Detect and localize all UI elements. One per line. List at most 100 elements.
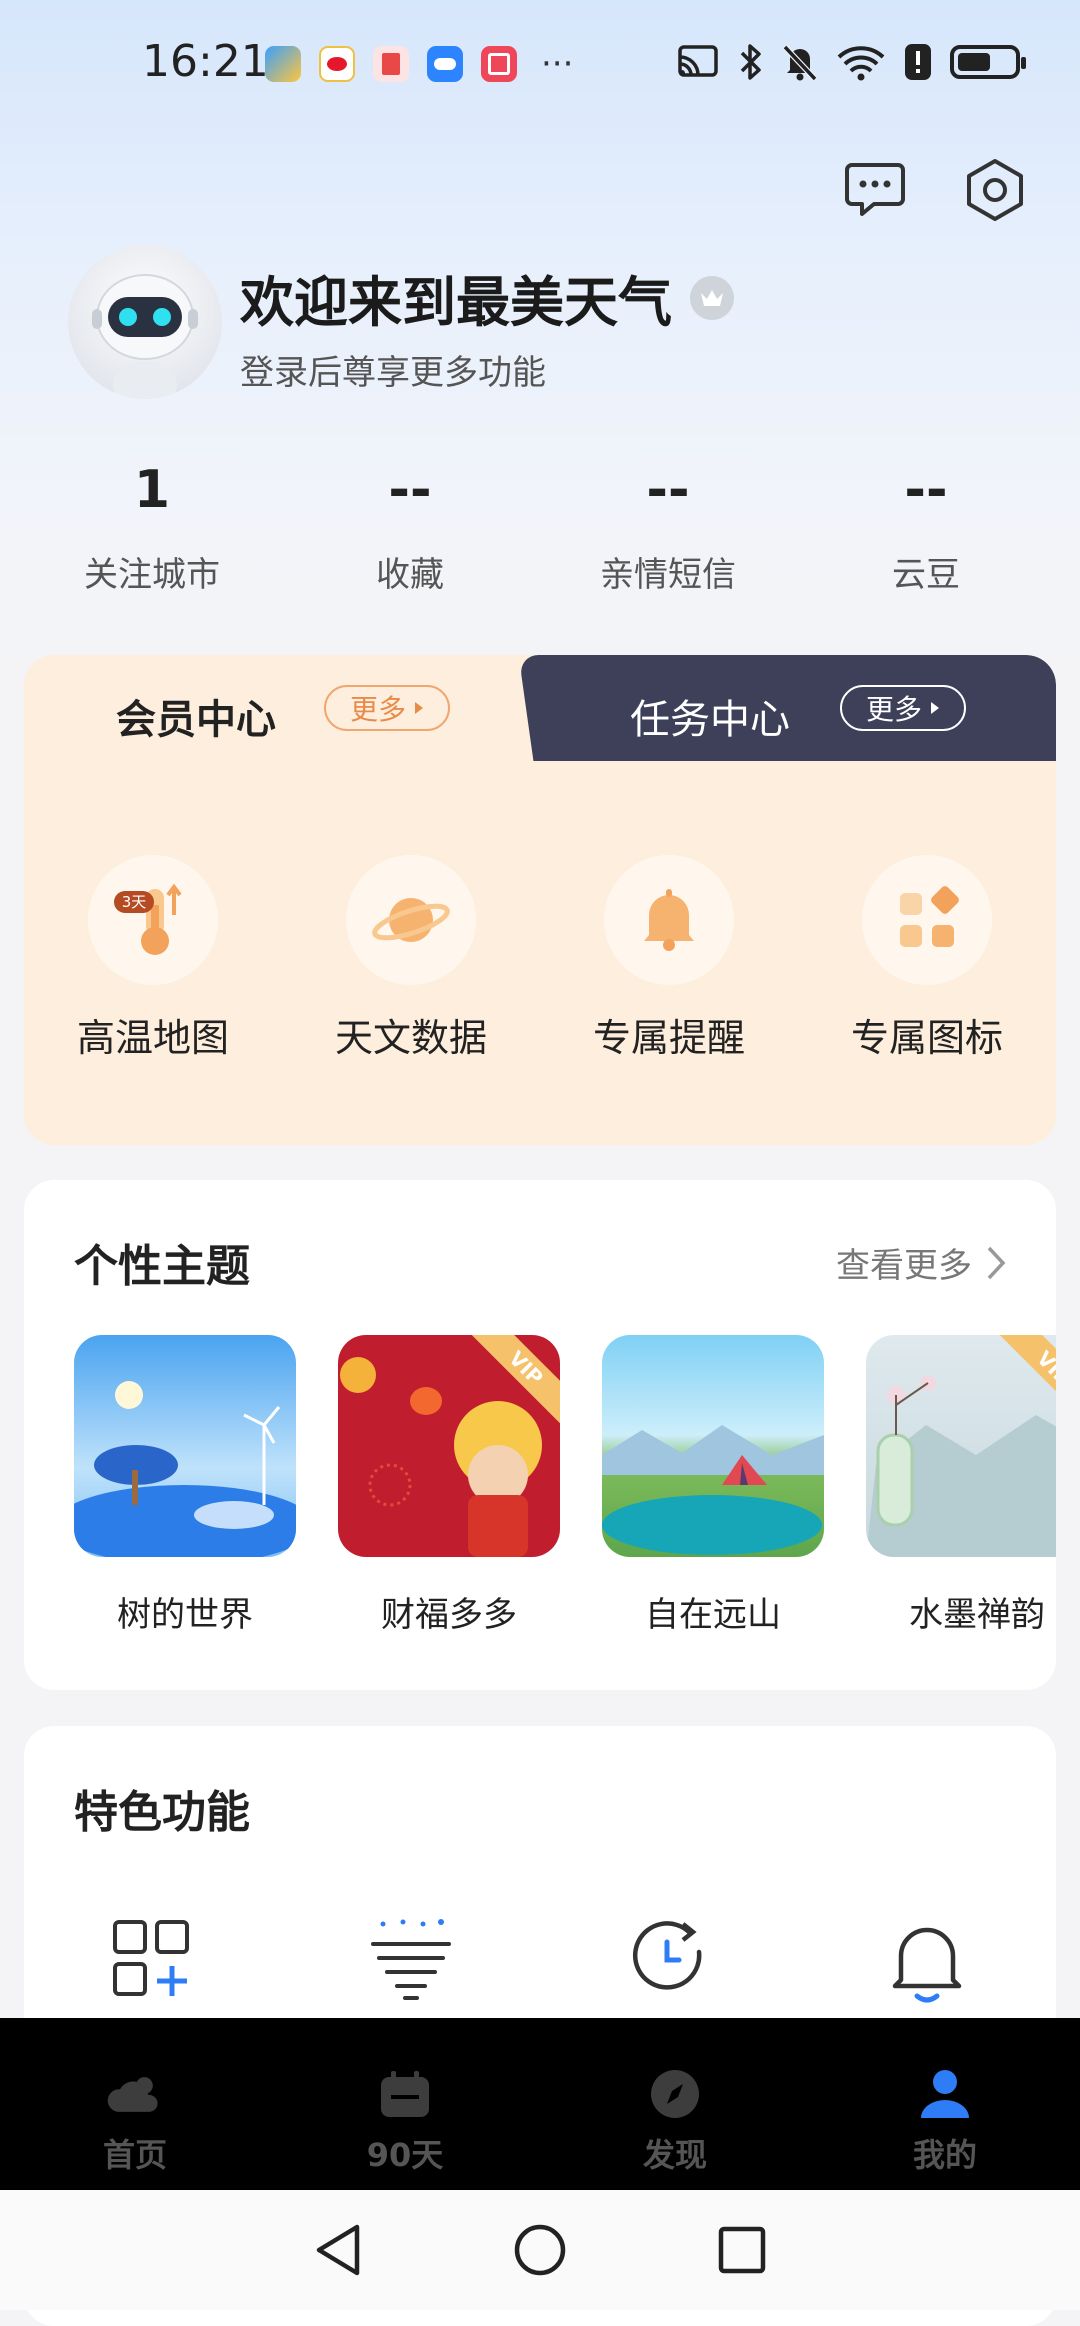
recents-icon[interactable]	[717, 2225, 767, 2275]
task-more-label: 更多	[865, 693, 922, 726]
chevron-right-icon	[987, 1246, 1006, 1279]
icon-grid-icon	[862, 855, 992, 985]
nav-mine[interactable]: 我的	[810, 2018, 1080, 2190]
tornado-icon	[371, 1919, 451, 2000]
back-icon[interactable]	[313, 2223, 363, 2277]
triangle-right-icon	[415, 702, 423, 714]
triangle-right-icon	[931, 702, 939, 714]
themes-title: 个性主题	[74, 1241, 250, 1292]
compass-icon	[645, 2066, 705, 2122]
cloud-app-icon	[427, 46, 463, 82]
member-item-heat-map[interactable]: 3天 高温地图	[24, 855, 282, 1062]
add-widget-icon	[113, 1920, 189, 1996]
nav-home[interactable]: 首页	[0, 2018, 270, 2190]
feature-item-history[interactable]	[540, 1918, 798, 2004]
bottom-nav: 首页 90天 发现 我的	[0, 2018, 1080, 2190]
reader-app-icon	[373, 46, 409, 82]
stat-value: --	[646, 460, 690, 520]
robot-avatar-icon	[92, 274, 198, 399]
system-navigation-bar	[0, 2190, 1080, 2310]
theme-name: 财福多多	[381, 1595, 517, 1635]
nav-discover[interactable]: 发现	[540, 2018, 810, 2190]
nav-label: 首页	[102, 2136, 167, 2174]
stat-label: 关注城市	[84, 555, 220, 595]
theme-list: 树的世界 VIP 财福多多 自在远山 VIP 水墨禅韵	[74, 1335, 1056, 1636]
stat-followed-cities[interactable]: 1 关注城市	[23, 455, 281, 596]
notification-bell-icon	[892, 1927, 962, 2003]
theme-item[interactable]: 树的世界	[74, 1335, 296, 1636]
member-center-card: 会员中心 更多 任务中心 更多 3天 高温地图 天文数据 专属提醒 专属图标	[24, 655, 1056, 1145]
theme-item[interactable]: 自在远山	[602, 1335, 824, 1636]
member-more-label: 更多	[349, 693, 406, 726]
tab-member-center[interactable]: 会员中心	[116, 687, 276, 745]
features-title: 特色功能	[74, 1787, 250, 1838]
member-features: 3天 高温地图 天文数据 专属提醒 专属图标	[24, 855, 1056, 1062]
stat-value: --	[388, 460, 432, 520]
wifi-icon	[837, 46, 885, 81]
home-icon[interactable]	[513, 2223, 567, 2277]
member-item-reminder[interactable]: 专属提醒	[540, 855, 798, 1062]
history-clock-icon	[632, 1921, 702, 1990]
status-bar: 16:21 ···	[0, 0, 1080, 130]
planet-icon	[346, 855, 476, 985]
member-item-icons[interactable]: 专属图标	[798, 855, 1056, 1062]
themes-see-more[interactable]: 查看更多	[836, 1238, 1006, 1287]
welcome-title: 欢迎来到最美天气	[240, 258, 734, 337]
more-notifications-icon: ···	[541, 44, 574, 84]
stat-value: --	[904, 460, 948, 520]
notification-icons: ···	[265, 46, 573, 82]
feature-item-alerts[interactable]	[798, 1918, 1056, 2004]
stats-row: 1 关注城市 -- 收藏 -- 亲情短信 -- 云豆	[0, 455, 1080, 596]
theme-thumbnail-ink-zen: VIP	[866, 1335, 1056, 1557]
theme-name: 树的世界	[117, 1595, 253, 1635]
see-more-label: 查看更多	[836, 1246, 972, 1286]
theme-item[interactable]: VIP 水墨禅韵	[866, 1335, 1056, 1636]
header-actions	[840, 155, 1030, 225]
weather-app-icon	[265, 46, 301, 82]
task-center-title[interactable]: 任务中心	[630, 687, 790, 745]
battery-icon	[950, 45, 1026, 79]
weibo-icon	[319, 46, 355, 82]
stat-cloud-beans[interactable]: -- 云豆	[797, 455, 1055, 596]
themes-card: 个性主题 查看更多 树的世界 VIP 财福多多 自在远山 VIP 水墨禅韵	[24, 1180, 1056, 1690]
nav-label: 90天	[366, 2136, 444, 2174]
thermometer-icon: 3天	[88, 855, 218, 985]
messages-button[interactable]	[840, 155, 910, 225]
theme-item[interactable]: VIP 财福多多	[338, 1335, 560, 1636]
gift-app-icon	[481, 46, 517, 82]
stat-label: 收藏	[376, 555, 444, 595]
stat-favorites[interactable]: -- 收藏	[281, 455, 539, 596]
stat-family-sms[interactable]: -- 亲情短信	[539, 455, 797, 596]
status-time: 16:21	[142, 36, 269, 87]
alert-icon	[905, 44, 931, 80]
bell-icon	[604, 855, 734, 985]
theme-thumbnail-distant-mountains	[602, 1335, 824, 1557]
member-more-button[interactable]: 更多	[324, 685, 450, 731]
mute-icon	[782, 44, 818, 82]
badge-3-days: 3天	[122, 893, 147, 911]
nav-90-days[interactable]: 90天	[270, 2018, 540, 2190]
nav-label: 发现	[642, 2136, 707, 2174]
theme-thumbnail-tree-world	[74, 1335, 296, 1557]
calendar-icon	[375, 2066, 435, 2122]
stat-value: 1	[133, 460, 171, 520]
system-icons	[676, 42, 1026, 82]
bluetooth-icon	[740, 44, 761, 80]
crown-icon	[690, 275, 734, 320]
theme-name: 自在远山	[645, 1595, 781, 1635]
stat-label: 亲情短信	[600, 555, 736, 595]
avatar[interactable]	[68, 245, 222, 399]
cast-icon	[678, 45, 718, 77]
member-item-label: 专属图标	[850, 1016, 1003, 1060]
weather-home-icon	[105, 2066, 165, 2122]
user-icon	[915, 2066, 975, 2122]
feature-item-tornado[interactable]	[282, 1918, 540, 2004]
stat-label: 云豆	[892, 555, 960, 595]
settings-button[interactable]	[960, 155, 1030, 225]
feature-item-add-widget[interactable]	[24, 1918, 282, 2004]
nav-label: 我的	[912, 2136, 977, 2174]
member-item-astronomy[interactable]: 天文数据	[282, 855, 540, 1062]
login-hint[interactable]: 登录后尊享更多功能	[240, 345, 546, 394]
task-more-button[interactable]: 更多	[840, 685, 966, 731]
theme-name: 水墨禅韵	[909, 1595, 1045, 1635]
